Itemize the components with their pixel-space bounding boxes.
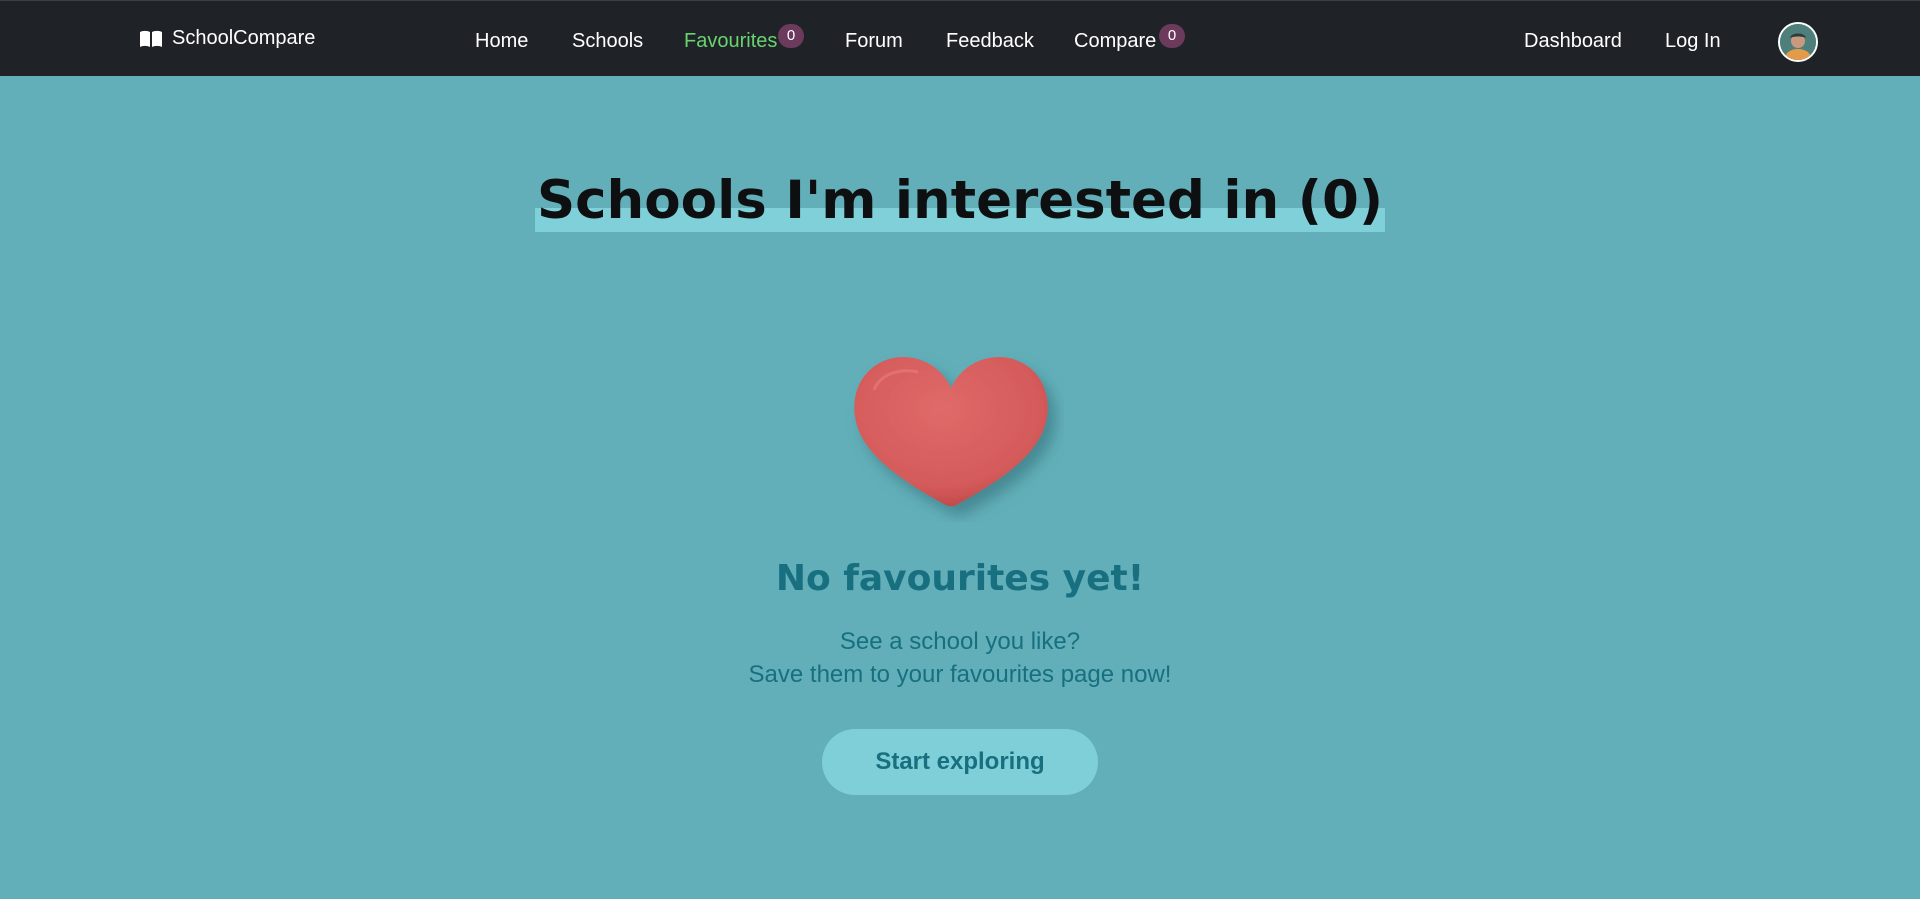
- page-title-wrap: Schools I'm interested in (0): [0, 170, 1920, 232]
- nav-forum[interactable]: Forum: [845, 29, 903, 53]
- brand-name: SchoolCompare: [172, 27, 316, 49]
- nav-feedback[interactable]: Feedback: [946, 29, 1034, 53]
- compare-count-badge: 0: [1159, 24, 1185, 48]
- avatar-person-icon: [1780, 24, 1816, 60]
- empty-state-line-1: See a school you like?: [839, 628, 1081, 655]
- navbar: SchoolCompare Home Schools Favourites 0 …: [0, 0, 1920, 76]
- brand-link[interactable]: SchoolCompare: [139, 27, 315, 50]
- nav-favourites[interactable]: Favourites: [684, 29, 777, 53]
- open-book-icon: [140, 30, 162, 47]
- nav-dashboard[interactable]: Dashboard: [1524, 29, 1622, 53]
- heart-icon: [854, 357, 1048, 507]
- user-avatar[interactable]: [1778, 22, 1818, 62]
- nav-compare[interactable]: Compare: [1074, 29, 1156, 53]
- start-exploring-button[interactable]: Start exploring: [822, 729, 1098, 795]
- empty-state-line-2: Save them to your favourites page now!: [748, 661, 1172, 688]
- favourites-count-badge: 0: [778, 24, 804, 48]
- nav-home[interactable]: Home: [475, 29, 528, 53]
- empty-state-title: No favourites yet!: [775, 558, 1145, 599]
- nav-login[interactable]: Log In: [1665, 29, 1721, 53]
- nav-schools[interactable]: Schools: [572, 29, 643, 53]
- page-title: Schools I'm interested in (0): [534, 170, 1386, 232]
